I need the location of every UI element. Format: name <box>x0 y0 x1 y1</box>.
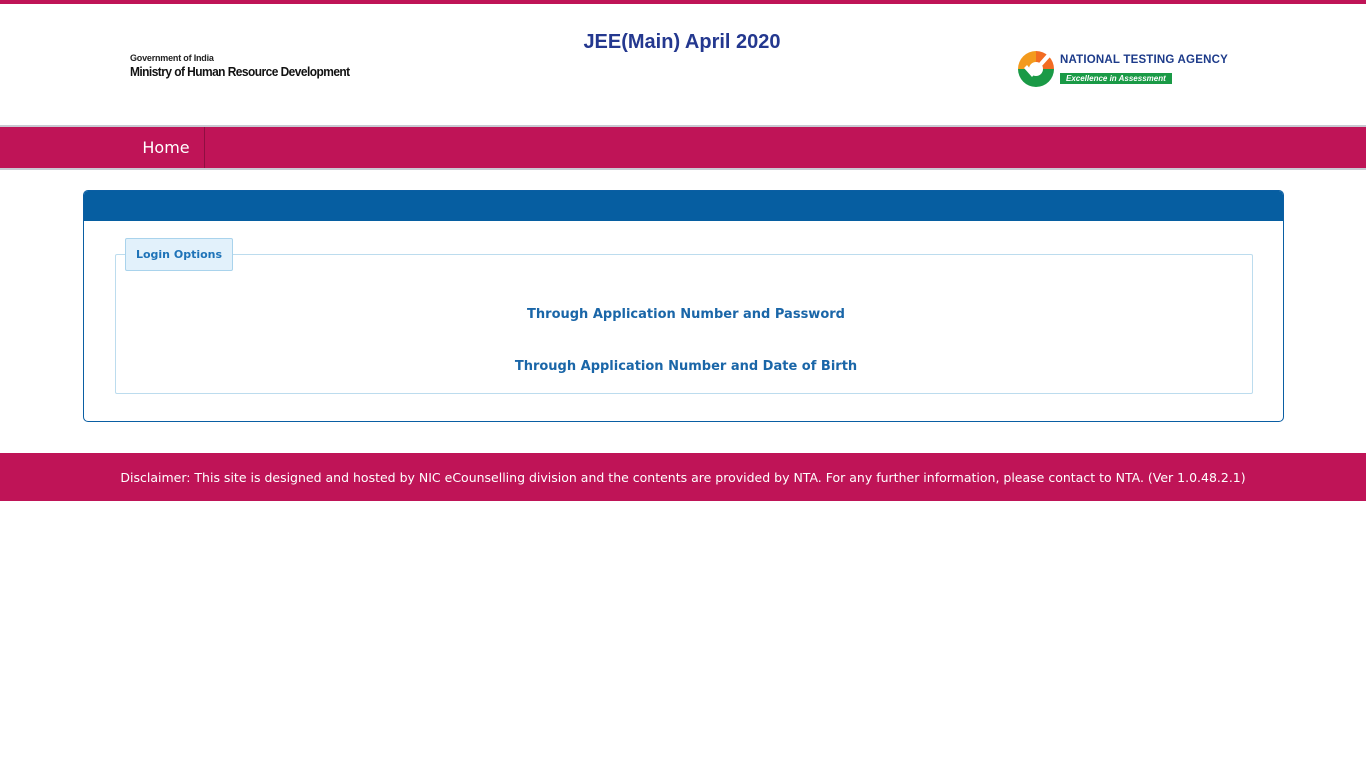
nta-logo[interactable]: NATIONAL TESTING AGENCY Excellence in As… <box>1017 49 1242 89</box>
nta-tagline: Excellence in Assessment <box>1060 72 1172 84</box>
login-options-fieldset: Through Application Number and Password … <box>115 254 1253 394</box>
site-header: Government of India Ministry of Human Re… <box>0 4 1366 125</box>
site-footer: Disclaimer: This site is designed and ho… <box>0 453 1366 501</box>
mhrd-line-1: Government of India <box>130 53 214 63</box>
login-with-dob-link[interactable]: Through Application Number and Date of B… <box>116 359 1256 374</box>
nta-check-icon <box>1018 51 1054 87</box>
login-panel: Through Application Number and Password … <box>83 190 1284 422</box>
mhrd-line-2: Ministry of Human Resource Development <box>130 64 350 79</box>
main-navbar: Home <box>0 125 1366 170</box>
login-with-password-link[interactable]: Through Application Number and Password <box>116 307 1256 322</box>
nta-name: NATIONAL TESTING AGENCY <box>1060 53 1228 66</box>
login-options-legend: Login Options <box>125 238 233 271</box>
nav-home-link[interactable]: Home <box>128 127 205 168</box>
login-panel-header <box>84 191 1283 221</box>
footer-disclaimer: Disclaimer: This site is designed and ho… <box>120 469 1246 485</box>
